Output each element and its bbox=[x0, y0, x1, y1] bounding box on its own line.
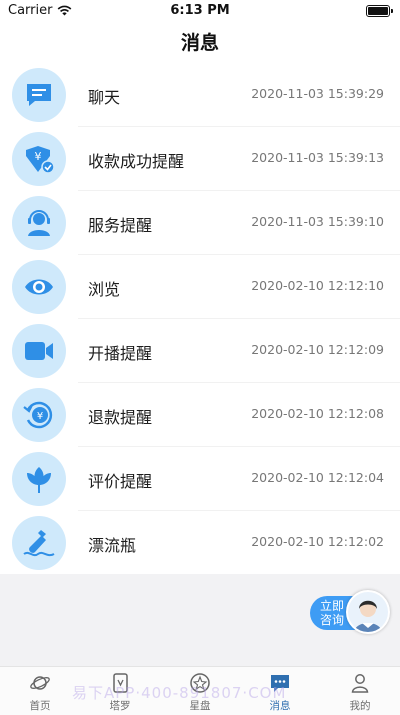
page-title: 消息 bbox=[180, 32, 219, 54]
customer-service-icon bbox=[12, 196, 66, 250]
chat-icon bbox=[12, 68, 66, 122]
battery-icon bbox=[366, 5, 393, 17]
tab-tarot[interactable]: 塔罗 bbox=[80, 667, 160, 715]
payment-icon: ¥ bbox=[12, 132, 66, 186]
status-time: 6:13 PM bbox=[170, 3, 230, 18]
message-title: 开播提醒 bbox=[88, 344, 153, 363]
planet-icon bbox=[30, 676, 50, 690]
message-row-review[interactable]: 评价提醒 2020-02-10 12:12:04 bbox=[0, 446, 400, 510]
tab-astrolabe[interactable]: 星盘 bbox=[160, 667, 240, 715]
tab-bar: 首页 塔罗 星盘 消息 我的 bbox=[0, 666, 400, 715]
tab-messages[interactable]: 消息 bbox=[240, 667, 320, 715]
svg-text:¥: ¥ bbox=[37, 411, 43, 422]
tab-label: 星盘 bbox=[189, 700, 211, 712]
message-time: 2020-11-03 15:39:29 bbox=[251, 86, 384, 101]
message-icon bbox=[271, 675, 289, 692]
person-icon bbox=[351, 674, 369, 693]
drift-bottle-icon bbox=[12, 516, 66, 570]
message-list: 聊天 2020-11-03 15:39:29 ¥ 收款成功提醒 2020-11-… bbox=[0, 62, 400, 574]
message-title: 收款成功提醒 bbox=[88, 152, 185, 171]
tab-profile[interactable]: 我的 bbox=[320, 667, 400, 715]
message-time: 2020-02-10 12:12:04 bbox=[251, 470, 384, 485]
message-row-drift-bottle[interactable]: 漂流瓶 2020-02-10 12:12:02 bbox=[0, 510, 400, 574]
video-camera-icon bbox=[12, 324, 66, 378]
message-title: 退款提醒 bbox=[88, 408, 153, 427]
message-row-refund[interactable]: ¥ 退款提醒 2020-02-10 12:12:08 bbox=[0, 382, 400, 446]
tab-label: 塔罗 bbox=[109, 700, 131, 712]
refund-icon: ¥ bbox=[12, 388, 66, 442]
message-title: 服务提醒 bbox=[88, 216, 153, 235]
tab-label: 消息 bbox=[269, 700, 291, 712]
astrolabe-icon bbox=[190, 673, 210, 693]
consult-button[interactable]: 立即 咨询 bbox=[310, 590, 390, 636]
tarot-card-icon bbox=[113, 673, 128, 693]
tab-label: 首页 bbox=[29, 700, 51, 712]
message-row-payment[interactable]: ¥ 收款成功提醒 2020-11-03 15:39:13 bbox=[0, 126, 400, 190]
tab-home[interactable]: 首页 bbox=[0, 667, 80, 715]
message-time: 2020-02-10 12:12:08 bbox=[251, 406, 384, 421]
message-title: 评价提醒 bbox=[88, 472, 153, 491]
message-time: 2020-02-10 12:12:10 bbox=[251, 278, 384, 293]
consult-label-line1: 立即 bbox=[320, 599, 345, 613]
lotus-icon bbox=[12, 452, 66, 506]
message-row-service[interactable]: 服务提醒 2020-11-03 15:39:10 bbox=[0, 190, 400, 254]
message-time: 2020-11-03 15:39:13 bbox=[251, 150, 384, 165]
message-time: 2020-02-10 12:12:02 bbox=[251, 534, 384, 549]
consult-label-line2: 咨询 bbox=[320, 613, 345, 627]
tab-label: 我的 bbox=[349, 700, 371, 712]
message-row-chat[interactable]: 聊天 2020-11-03 15:39:29 bbox=[0, 62, 400, 126]
nav-bar: 消息 bbox=[0, 22, 400, 62]
status-bar: Carrier 6:13 PM bbox=[0, 0, 400, 22]
message-time: 2020-02-10 12:12:09 bbox=[251, 342, 384, 357]
eye-icon bbox=[12, 260, 66, 314]
message-row-browse[interactable]: 浏览 2020-02-10 12:12:10 bbox=[0, 254, 400, 318]
message-row-live[interactable]: 开播提醒 2020-02-10 12:12:09 bbox=[0, 318, 400, 382]
message-title: 浏览 bbox=[88, 280, 121, 299]
message-time: 2020-11-03 15:39:10 bbox=[251, 214, 384, 229]
avatar bbox=[346, 590, 390, 634]
svg-text:¥: ¥ bbox=[35, 150, 42, 163]
message-title: 漂流瓶 bbox=[88, 536, 137, 555]
message-title: 聊天 bbox=[88, 88, 121, 107]
